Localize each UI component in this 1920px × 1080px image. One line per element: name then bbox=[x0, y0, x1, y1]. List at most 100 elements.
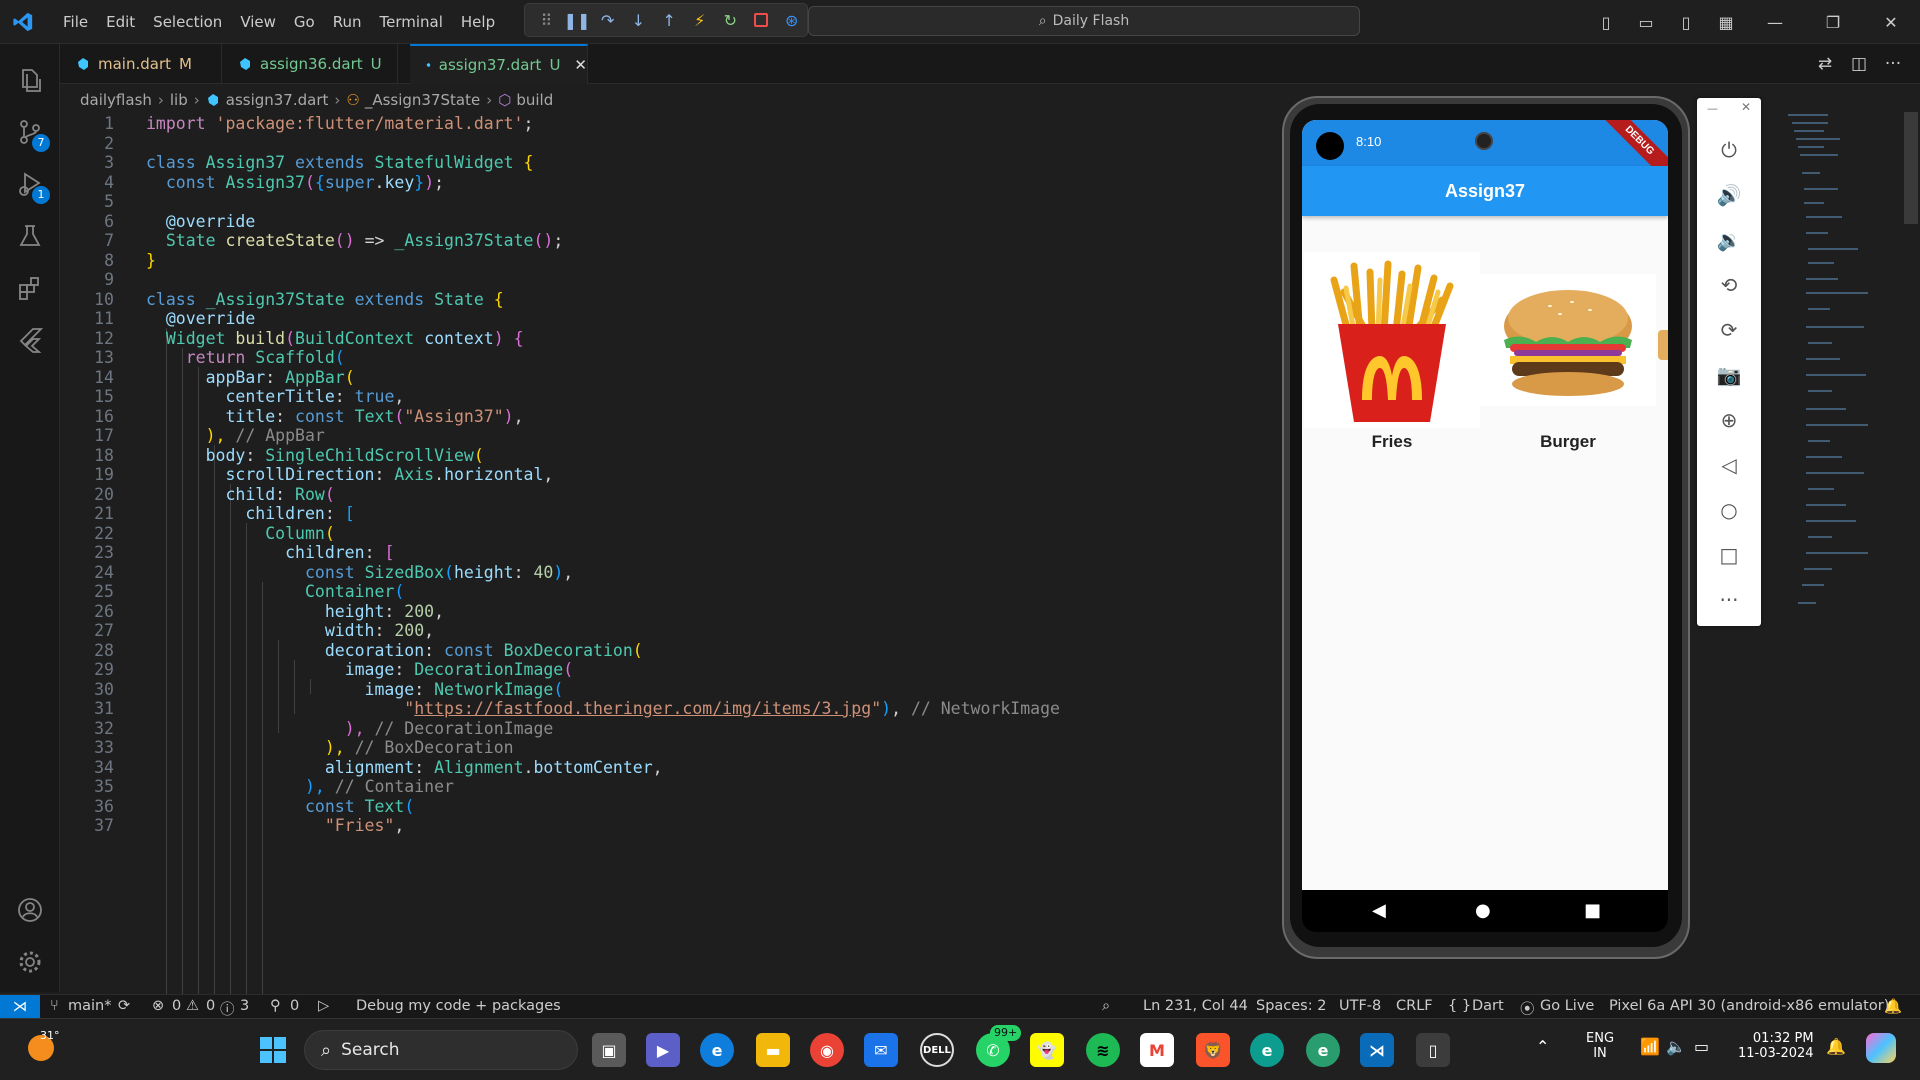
rotate-left-icon[interactable]: ⟲ bbox=[1697, 265, 1761, 305]
hot-reload-icon[interactable]: ⚡ bbox=[684, 5, 715, 35]
breadcrumb-method[interactable]: build bbox=[516, 91, 553, 109]
brave-browser-icon[interactable]: 🦁 bbox=[1196, 1033, 1230, 1067]
stop-icon[interactable] bbox=[746, 5, 777, 35]
back-nav-icon[interactable]: ◀ bbox=[1372, 900, 1386, 921]
line-ending[interactable]: CRLF bbox=[1396, 998, 1433, 1014]
language-mode[interactable]: Dart bbox=[1472, 998, 1504, 1014]
menu-run[interactable]: Run bbox=[324, 13, 371, 31]
breadcrumb-folder[interactable]: dailyflash bbox=[80, 91, 152, 109]
branch-name[interactable]: main* bbox=[68, 998, 111, 1014]
restart-icon[interactable]: ↻ bbox=[715, 5, 746, 35]
extensions-icon[interactable] bbox=[0, 262, 60, 314]
step-out-icon[interactable]: ↑ bbox=[654, 5, 685, 35]
testing-icon[interactable] bbox=[0, 210, 60, 262]
debug-config[interactable]: Debug my code + packages bbox=[356, 998, 561, 1014]
toggle-panel-icon[interactable]: ▭ bbox=[1626, 13, 1666, 32]
snapchat-icon[interactable]: 👻 bbox=[1030, 1033, 1064, 1067]
toggle-sidebar-icon[interactable]: ▯ bbox=[1586, 13, 1626, 32]
vscode-taskbar-icon[interactable]: ⋊ bbox=[1360, 1033, 1394, 1067]
power-icon[interactable]: ⏻ bbox=[1697, 130, 1761, 170]
menu-file[interactable]: File bbox=[54, 13, 97, 31]
explorer-icon[interactable] bbox=[0, 54, 60, 106]
dell-icon[interactable]: DELL bbox=[920, 1033, 954, 1067]
close-emulator-icon[interactable]: ✕ bbox=[1741, 100, 1751, 114]
volume-down-icon[interactable]: 🔉 bbox=[1697, 220, 1761, 260]
file-explorer-icon[interactable]: ▬ bbox=[756, 1033, 790, 1067]
run-debug-icon[interactable]: 1 bbox=[0, 158, 60, 210]
cursor-position[interactable]: Ln 231, Col 44 bbox=[1143, 998, 1248, 1014]
show-hidden-icons-icon[interactable]: ⌃ bbox=[1536, 1037, 1549, 1056]
close-tab-icon[interactable]: ✕ bbox=[574, 56, 587, 74]
maximize-button[interactable]: ❐ bbox=[1804, 13, 1862, 32]
home-icon[interactable]: ○ bbox=[1697, 490, 1761, 530]
drag-handle-icon[interactable]: ⠿ bbox=[531, 5, 562, 35]
taskbar-search[interactable]: ⌕ Search bbox=[304, 1030, 578, 1070]
pause-icon[interactable]: ❚❚ bbox=[562, 5, 593, 35]
menu-terminal[interactable]: Terminal bbox=[371, 13, 452, 31]
split-editor-icon[interactable]: ◫ bbox=[1842, 54, 1876, 74]
zoom-icon[interactable]: ⊕ bbox=[1697, 400, 1761, 440]
more-options-icon[interactable]: ··· bbox=[1697, 580, 1761, 620]
android-emulator-taskbar-icon[interactable]: ▯ bbox=[1416, 1033, 1450, 1067]
step-over-icon[interactable]: ↷ bbox=[592, 5, 623, 35]
menu-edit[interactable]: Edit bbox=[97, 13, 144, 31]
menu-view[interactable]: View bbox=[231, 13, 285, 31]
code-editor[interactable]: 1 import 'package:flutter/material.dart';… bbox=[60, 112, 1280, 994]
menu-go[interactable]: Go bbox=[285, 13, 324, 31]
battery-icon[interactable]: ▭ bbox=[1694, 1037, 1709, 1056]
tab-assign37-dart[interactable]: assign37.dart U ✕ bbox=[410, 44, 588, 84]
more-actions-icon[interactable]: ··· bbox=[1876, 54, 1910, 74]
clock[interactable]: 01:32 PM 11-03-2024 bbox=[1738, 1031, 1814, 1061]
code-url-link[interactable]: https://fastfood.theringer.com/img/items… bbox=[414, 699, 871, 718]
go-live-button[interactable]: Go Live bbox=[1540, 998, 1594, 1014]
minimize-emulator-icon[interactable]: — bbox=[1707, 102, 1718, 115]
edge-dev-icon[interactable]: e bbox=[1250, 1033, 1284, 1067]
devtools-icon[interactable]: ⊛ bbox=[776, 5, 807, 35]
close-window-button[interactable]: ✕ bbox=[1862, 13, 1920, 32]
error-count[interactable]: 0 bbox=[172, 998, 181, 1014]
encoding[interactable]: UTF-8 bbox=[1339, 998, 1381, 1014]
edge-canary-icon[interactable]: e bbox=[1306, 1033, 1340, 1067]
wifi-icon[interactable]: 📶 bbox=[1640, 1037, 1660, 1056]
indentation[interactable]: Spaces: 2 bbox=[1256, 998, 1326, 1014]
sync-icon[interactable]: ⟳ bbox=[118, 998, 130, 1014]
minimize-button[interactable]: — bbox=[1746, 13, 1804, 32]
windows-start-icon[interactable] bbox=[256, 1033, 290, 1067]
ports-count[interactable]: 0 bbox=[290, 998, 299, 1014]
remote-indicator-icon[interactable]: ⋊ bbox=[0, 995, 40, 1019]
device-selector[interactable]: Pixel 6a API 30 (android-x86 emulator) bbox=[1609, 998, 1889, 1014]
volume-icon[interactable]: 🔈 bbox=[1666, 1037, 1686, 1056]
back-icon[interactable]: ◁ bbox=[1697, 445, 1761, 485]
source-control-icon[interactable]: 7 bbox=[0, 106, 60, 158]
chrome-icon[interactable]: ◉ bbox=[810, 1033, 844, 1067]
copilot-icon[interactable] bbox=[1866, 1033, 1896, 1063]
settings-gear-icon[interactable] bbox=[0, 936, 60, 988]
mail-icon[interactable]: ✉ bbox=[864, 1033, 898, 1067]
menu-selection[interactable]: Selection bbox=[144, 13, 231, 31]
breadcrumb-file[interactable]: assign37.dart bbox=[226, 91, 329, 109]
accounts-icon[interactable] bbox=[0, 884, 60, 936]
overview-icon[interactable]: □ bbox=[1697, 535, 1761, 575]
flutter-icon[interactable] bbox=[0, 314, 60, 366]
editor-scrollbar[interactable] bbox=[1904, 112, 1918, 224]
task-view-icon[interactable]: ▣ bbox=[592, 1033, 626, 1067]
minimap[interactable] bbox=[1788, 112, 1908, 632]
recents-nav-icon[interactable]: ■ bbox=[1584, 900, 1601, 921]
screenshot-camera-icon[interactable]: 📷 bbox=[1697, 355, 1761, 395]
tab-assign36-dart[interactable]: assign36.dart U bbox=[222, 44, 398, 84]
emulator-screen[interactable]: 8:10 DEBUG Assign37 Fries Burger bbox=[1302, 120, 1668, 890]
home-nav-icon[interactable]: ● bbox=[1475, 900, 1491, 921]
spotify-icon[interactable]: ≋ bbox=[1086, 1033, 1120, 1067]
compare-icon[interactable]: ⇄ bbox=[1808, 54, 1842, 74]
menu-help[interactable]: Help bbox=[452, 13, 504, 31]
breadcrumb-folder[interactable]: lib bbox=[170, 91, 188, 109]
info-count[interactable]: 3 bbox=[240, 998, 249, 1014]
zoom-status-icon[interactable]: ⌕ bbox=[1102, 998, 1110, 1014]
tab-main-dart[interactable]: main.dart M bbox=[60, 44, 222, 84]
warning-count[interactable]: 0 bbox=[206, 998, 215, 1014]
notification-bell-icon[interactable]: 🔔 bbox=[1826, 1037, 1846, 1056]
breadcrumb-class[interactable]: _Assign37State bbox=[365, 91, 480, 109]
edge-browser-icon[interactable]: e bbox=[700, 1033, 734, 1067]
volume-up-icon[interactable]: 🔊 bbox=[1697, 175, 1761, 215]
language-indicator[interactable]: ENG IN bbox=[1586, 1031, 1614, 1061]
